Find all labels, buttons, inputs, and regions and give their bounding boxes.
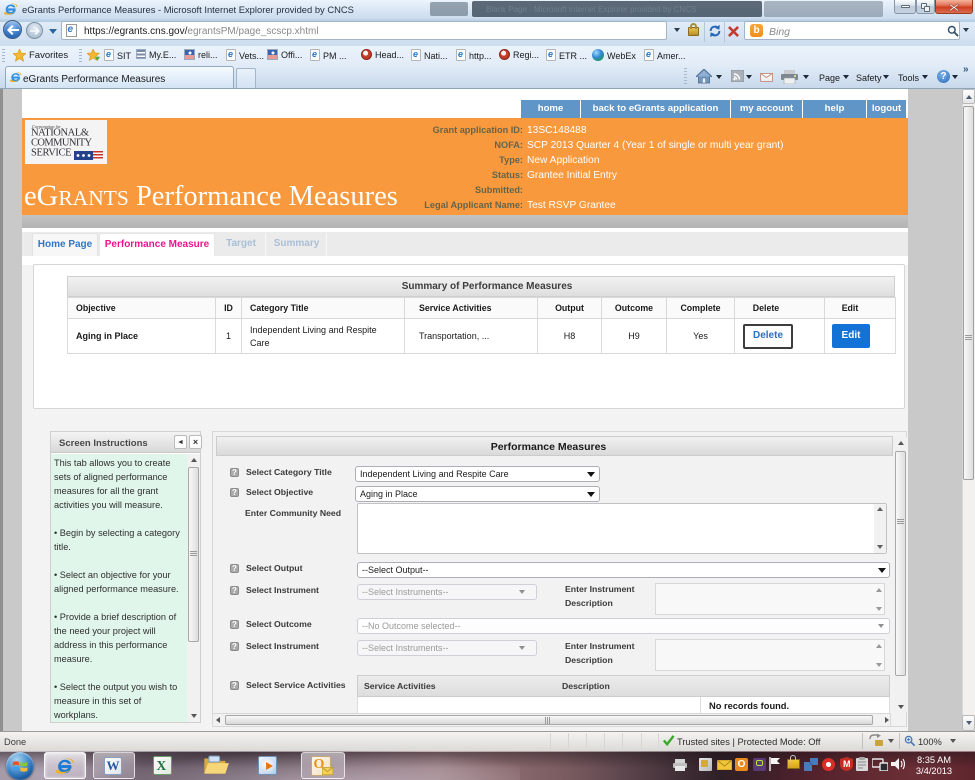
svg-text:M: M [843, 759, 851, 769]
